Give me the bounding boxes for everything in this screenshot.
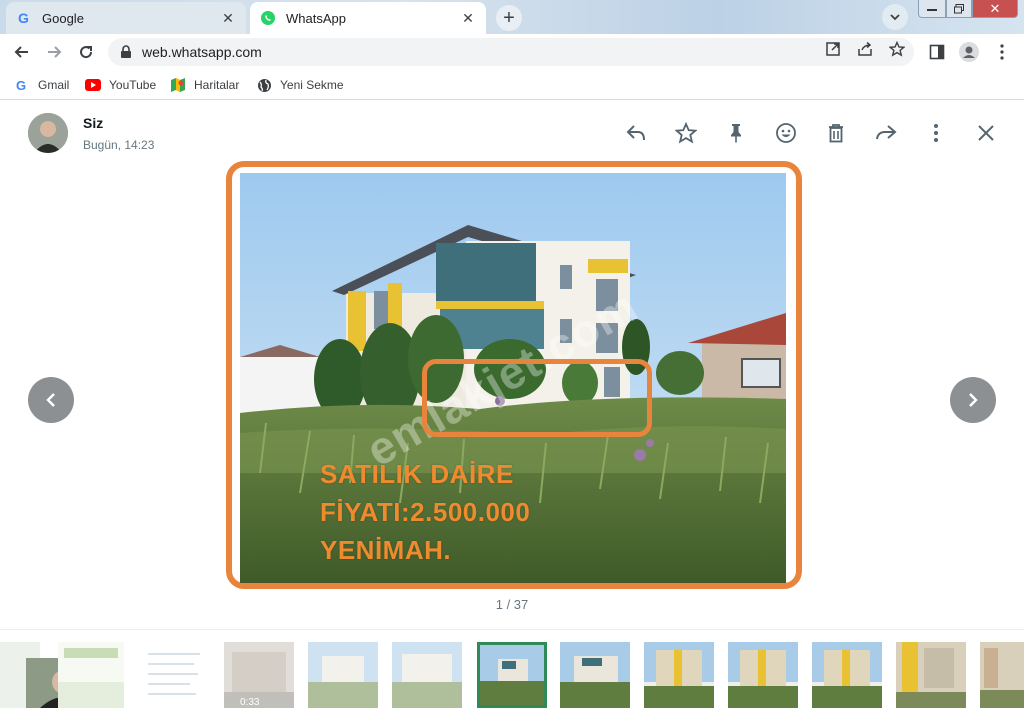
star-icon xyxy=(675,122,697,144)
minimize-window-button[interactable] xyxy=(918,0,946,18)
bookmark-gmail[interactable]: G Gmail xyxy=(14,76,69,94)
bookmark-new-tab[interactable]: Yeni Sekme xyxy=(256,76,344,94)
thumbnail[interactable] xyxy=(980,642,1024,708)
media-photo[interactable]: emlakjet.com SATILIK DAİRE FİYATI:2.500.… xyxy=(240,173,786,583)
reload-icon xyxy=(80,46,93,59)
google-icon: G xyxy=(14,77,30,93)
bookmark-maps[interactable]: Haritalar xyxy=(170,76,239,94)
minimize-icon xyxy=(927,8,937,11)
media-viewer: Siz Bugün, 14:23 emlakjet.com SATILIK DA… xyxy=(0,101,1024,708)
photo-caption-line: FİYATI:2.500.000 xyxy=(320,497,531,527)
youtube-icon xyxy=(85,77,101,93)
previous-media-button[interactable] xyxy=(28,377,74,423)
close-icon xyxy=(978,125,994,141)
lock-icon xyxy=(121,45,131,58)
sender-name: Siz xyxy=(83,115,104,131)
thumbnail[interactable] xyxy=(140,642,210,708)
chevron-left-icon xyxy=(46,393,55,407)
bookmark-youtube[interactable]: YouTube xyxy=(85,76,156,94)
media-counter: 1 / 37 xyxy=(495,597,529,612)
thumbnail[interactable] xyxy=(560,642,630,708)
reply-icon xyxy=(626,125,645,141)
bookmark-label: YouTube xyxy=(109,78,157,92)
chevron-right-icon xyxy=(969,393,978,407)
reply-button[interactable] xyxy=(624,121,648,145)
svg-text:G: G xyxy=(18,10,29,26)
google-icon: G xyxy=(16,10,32,26)
maps-icon xyxy=(170,77,186,93)
more-icon xyxy=(934,124,938,142)
tab-google[interactable]: G Google ✕ xyxy=(6,2,246,34)
browser-tab-strip: G Google ✕ WhatsApp ✕ + ✕ xyxy=(0,0,1024,34)
thumbnail[interactable] xyxy=(812,642,882,708)
browser-menu-icon[interactable] xyxy=(992,42,1012,62)
star-button[interactable] xyxy=(674,121,698,145)
message-timestamp: Bugün, 14:23 xyxy=(83,138,155,152)
profile-avatar-icon[interactable] xyxy=(959,42,979,62)
new-tab-button[interactable]: + xyxy=(496,5,522,31)
bookmarks-bar: G Gmail YouTube Haritalar Yeni Sekme xyxy=(0,70,1024,100)
react-button[interactable] xyxy=(774,121,798,145)
pin-icon xyxy=(731,124,741,143)
forward-button[interactable] xyxy=(42,40,66,64)
close-tab-icon[interactable]: ✕ xyxy=(460,10,476,26)
photo-caption-line: YENİMAH. xyxy=(320,535,452,565)
reload-button[interactable] xyxy=(74,40,98,64)
thumbnail[interactable] xyxy=(728,642,798,708)
bookmark-star-icon[interactable] xyxy=(888,40,906,58)
tab-whatsapp[interactable]: WhatsApp ✕ xyxy=(250,2,486,34)
delete-button[interactable] xyxy=(824,121,848,145)
thumbnail[interactable] xyxy=(644,642,714,708)
video-duration: 0:33 xyxy=(240,697,260,708)
sender-avatar[interactable] xyxy=(28,113,68,153)
whatsapp-icon xyxy=(260,10,276,26)
tab-search-button[interactable] xyxy=(882,4,908,30)
thumbnail[interactable] xyxy=(58,642,124,708)
more-options-button[interactable] xyxy=(924,121,948,145)
tab-title: Google xyxy=(42,10,84,26)
close-tab-icon[interactable]: ✕ xyxy=(220,10,236,26)
emoji-icon xyxy=(776,123,796,143)
next-media-button[interactable] xyxy=(950,377,996,423)
restore-icon xyxy=(954,3,964,13)
bookmark-label: Haritalar xyxy=(194,78,240,92)
delete-icon xyxy=(829,124,843,143)
side-panel-icon[interactable] xyxy=(927,42,947,62)
forward-arrow-icon xyxy=(48,46,62,58)
close-icon: ✕ xyxy=(989,0,1001,16)
thumbnail[interactable] xyxy=(392,642,462,708)
video-thumbnail[interactable]: 0:33 xyxy=(224,642,294,708)
forward-icon xyxy=(876,125,897,140)
address-bar[interactable]: web.whatsapp.com xyxy=(108,38,914,66)
chevron-down-icon xyxy=(890,14,900,21)
thumbnail[interactable] xyxy=(308,642,378,708)
media-photo-frame: emlakjet.com SATILIK DAİRE FİYATI:2.500.… xyxy=(226,161,802,589)
thumbnail[interactable] xyxy=(896,642,966,708)
photo-caption-line: SATILIK DAİRE xyxy=(320,459,514,489)
globe-icon xyxy=(256,77,272,93)
thumbnail-active[interactable] xyxy=(477,642,547,708)
browser-toolbar: web.whatsapp.com xyxy=(0,34,1024,70)
open-in-app-icon[interactable] xyxy=(824,40,842,58)
back-arrow-icon xyxy=(14,46,28,58)
media-thumbnail-strip: 0:33 xyxy=(0,629,1024,708)
highlight-rectangle xyxy=(422,359,652,437)
share-icon[interactable] xyxy=(856,40,874,58)
svg-text:G: G xyxy=(16,78,26,92)
pin-button[interactable] xyxy=(724,121,748,145)
restore-window-button[interactable] xyxy=(946,0,972,18)
bookmark-label: Yeni Sekme xyxy=(280,78,344,92)
close-window-button[interactable]: ✕ xyxy=(972,0,1018,18)
back-button[interactable] xyxy=(10,40,34,64)
forward-button[interactable] xyxy=(874,121,898,145)
url-text: web.whatsapp.com xyxy=(142,44,262,60)
bookmark-label: Gmail xyxy=(38,78,70,92)
tab-title: WhatsApp xyxy=(286,10,346,26)
close-viewer-button[interactable] xyxy=(974,121,998,145)
